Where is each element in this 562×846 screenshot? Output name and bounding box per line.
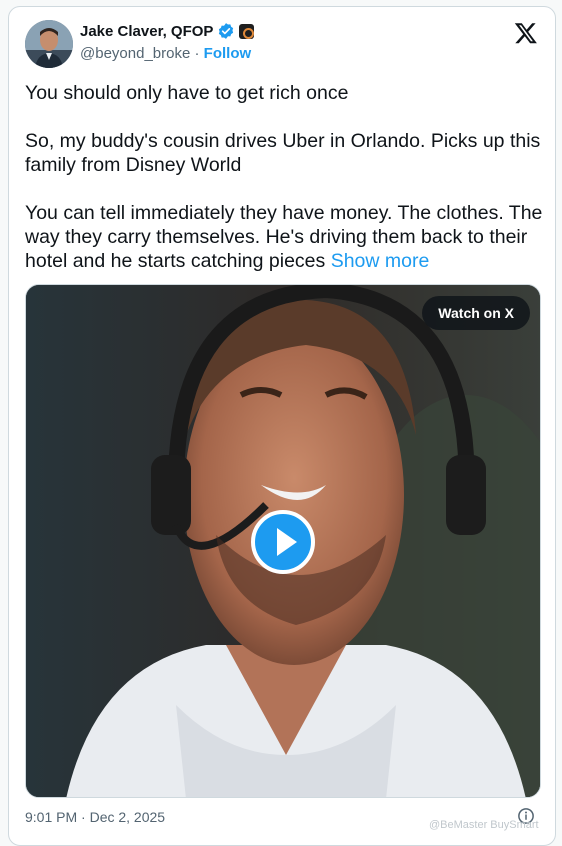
author-handle[interactable]: @beyond_broke — [80, 45, 190, 62]
avatar[interactable] — [25, 20, 73, 68]
follow-button[interactable]: Follow — [204, 45, 252, 62]
author-name[interactable]: Jake Claver, QFOP — [80, 23, 213, 40]
tweet-line-3: You can tell immediately they have money… — [25, 201, 545, 273]
separator: · — [194, 45, 200, 62]
x-logo-icon[interactable] — [514, 21, 538, 45]
tweet-line-1: You should only have to get rich once — [25, 82, 349, 104]
watermark: @BeMaster BuySmart — [429, 819, 539, 831]
show-more-link[interactable]: Show more — [331, 250, 430, 272]
affiliate-badge-icon[interactable] — [239, 23, 255, 39]
author-handle-row: @beyond_broke · Follow — [80, 45, 251, 62]
tweet-text: You should only have to get rich once So… — [25, 81, 545, 273]
author-name-row: Jake Claver, QFOP — [80, 22, 255, 40]
tweet-timestamp[interactable]: 9:01 PM · Dec 2, 2025 — [25, 809, 165, 825]
play-icon[interactable] — [251, 510, 315, 574]
video-player[interactable]: Watch on X — [25, 284, 541, 798]
tweet-line-3-text: You can tell immediately they have money… — [25, 202, 543, 272]
tweet-card[interactable]: Jake Claver, QFOP @beyond_broke · Follow… — [8, 6, 556, 846]
tweet-line-2: So, my buddy's cousin drives Uber in Orl… — [25, 130, 541, 176]
verified-badge-icon — [217, 22, 235, 40]
watch-on-x-button[interactable]: Watch on X — [422, 296, 530, 330]
